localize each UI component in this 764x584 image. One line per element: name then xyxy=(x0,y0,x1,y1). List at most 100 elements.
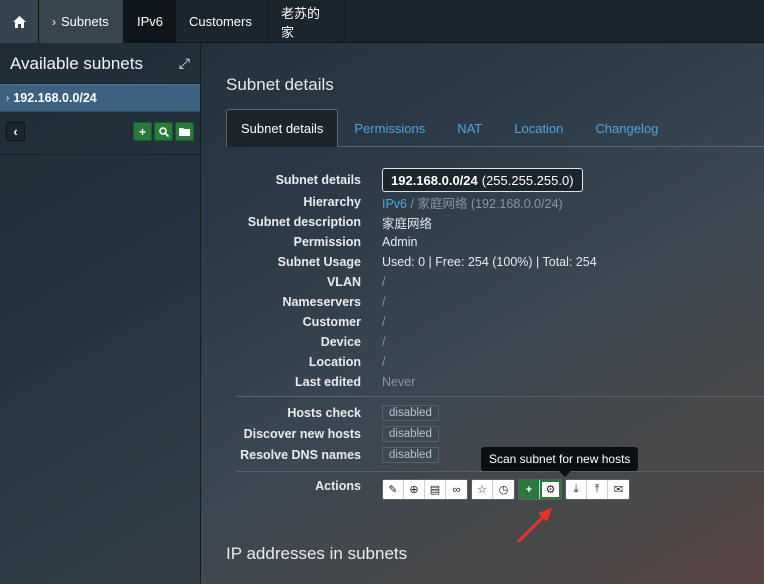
expand-icon[interactable]: ⤢ xyxy=(179,55,190,72)
row-vlan: VLAN / xyxy=(202,272,764,292)
main-content: Subnet details Subnet details Permission… xyxy=(202,44,764,584)
tooltip: Scan subnet for new hosts xyxy=(481,447,639,477)
tab-permissions[interactable]: Permissions xyxy=(338,109,441,147)
row-customer: Customer / xyxy=(202,312,764,332)
location-value: / xyxy=(382,355,386,369)
collapse-button[interactable]: ‹ xyxy=(6,122,25,141)
row-location: Location / xyxy=(202,352,764,372)
sidebar-divider xyxy=(0,154,200,155)
subnet-details-table: Subnet details 192.168.0.0/24 (255.255.25… xyxy=(202,168,764,392)
tab-location[interactable]: Location xyxy=(498,109,579,147)
device-label: Device xyxy=(320,335,361,349)
row-last-edited: Last edited Never xyxy=(202,372,764,392)
status-badge: disabled xyxy=(382,446,439,463)
sidebar: Available subnets ⤢ › 192.168.0.0/24 ‹ + xyxy=(0,44,201,584)
subnet-cidr: 192.168.0.0/24 xyxy=(391,172,478,188)
export-button[interactable]: ⤓ xyxy=(566,480,587,499)
resolve-label: Resolve DNS names xyxy=(240,447,361,462)
discover-label: Discover new hosts xyxy=(243,426,361,441)
page-title: Subnet details xyxy=(226,75,334,94)
row-permission: Permission Admin xyxy=(202,232,764,252)
edit-button[interactable]: ✎ xyxy=(383,480,404,499)
tab-subnet-details[interactable]: Subnet details xyxy=(226,109,339,147)
folder-button[interactable] xyxy=(175,122,194,141)
home-icon xyxy=(12,15,26,28)
red-arrow-annotation xyxy=(516,508,552,544)
nav-home[interactable] xyxy=(0,0,39,43)
chevron-right-icon: › xyxy=(52,14,56,29)
subnet-details-label: Subnet details xyxy=(275,173,361,187)
nav-laosu-label: 老苏的家 xyxy=(281,5,321,40)
search-subnet-button[interactable] xyxy=(154,122,173,141)
row-device: Device / xyxy=(202,332,764,352)
upload-icon: ⤒ xyxy=(594,483,600,495)
description-label: Subnet description xyxy=(247,215,361,229)
status-badge: disabled xyxy=(382,425,439,442)
resize-button[interactable]: ▤ xyxy=(425,480,446,499)
location-label: Location xyxy=(308,355,361,369)
subnet-mask: (255.255.255.0) xyxy=(481,172,574,188)
divider xyxy=(236,396,764,397)
favourite-button[interactable]: ☆ xyxy=(472,480,493,499)
actions-row: Actions ✎ ⊕ ▤ ∞ ☆ ◷ + ⚙ ⤓ ⤒ ✉ xyxy=(202,479,764,500)
customer-value: / xyxy=(382,315,386,329)
tab-changelog[interactable]: Changelog xyxy=(579,109,674,147)
row-usage: Subnet Usage Used: 0 | Free: 254 (100%) … xyxy=(202,252,764,272)
hosts-check-label: Hosts check xyxy=(287,405,361,420)
link-button[interactable]: ∞ xyxy=(446,480,467,499)
row-discover: Discover new hosts disabled xyxy=(202,423,764,444)
tab-nat[interactable]: NAT xyxy=(441,109,498,147)
customer-label: Customer xyxy=(302,315,361,329)
nav-customers-label: Customers xyxy=(189,14,252,29)
import-button[interactable]: ⤒ xyxy=(587,480,608,499)
row-description: Subnet description 家庭网络 xyxy=(202,212,764,232)
download-icon: ⤓ xyxy=(573,483,579,495)
permission-label: Permission xyxy=(293,235,361,249)
add-button[interactable]: ⊕ xyxy=(404,480,425,499)
row-hierarchy: Hierarchy IPv6 / 家庭网络 (192.168.0.0/24) xyxy=(202,192,764,212)
search-icon xyxy=(158,126,169,137)
vlan-value: / xyxy=(382,275,386,289)
usage-label: Subnet Usage xyxy=(277,255,361,269)
sidebar-button-group: + xyxy=(133,122,194,148)
device-value: / xyxy=(382,335,386,349)
hierarchy-link[interactable]: IPv6 xyxy=(382,197,407,211)
caret-right-icon: › xyxy=(6,92,10,104)
nav-ipv6-label: IPv6 xyxy=(137,14,164,29)
sidebar-title: Available subnets xyxy=(10,53,143,73)
clock-icon: ◷ xyxy=(498,484,509,496)
add-subnet-button[interactable]: + xyxy=(133,122,152,141)
fav-action-group: ☆ ◷ xyxy=(471,479,515,500)
mail-button[interactable]: ✉ xyxy=(608,480,629,499)
hierarchy-label: Hierarchy xyxy=(303,195,361,209)
nav-laosu-home[interactable]: 老苏的家 xyxy=(268,0,346,43)
pencil-icon: ✎ xyxy=(388,484,398,496)
subnet-box: 192.168.0.0/24 (255.255.255.0) xyxy=(382,168,583,192)
sidebar-toolbar: ‹ + xyxy=(0,122,200,148)
cogs-icon: ⚙ xyxy=(545,484,556,496)
add-address-button[interactable]: + xyxy=(519,480,540,499)
last-edited-value: Never xyxy=(382,375,416,389)
scan-subnet-button[interactable]: ⚙ xyxy=(540,480,561,499)
tab-bar: Subnet details Permissions NAT Location … xyxy=(226,109,764,147)
history-button[interactable]: ◷ xyxy=(493,480,514,499)
sidebar-item-subnet[interactable]: › 192.168.0.0/24 xyxy=(0,84,200,112)
nav-subnets-label: Subnets xyxy=(61,14,109,29)
nav-ipv6[interactable]: IPv6 xyxy=(124,0,176,43)
sidebar-subnet-label: 192.168.0.0/24 xyxy=(13,91,97,105)
envelope-icon: ✉ xyxy=(613,484,624,496)
permission-value: Admin xyxy=(382,235,418,249)
folder-icon xyxy=(179,128,190,136)
nav-customers[interactable]: Customers xyxy=(176,0,268,43)
link-icon: ∞ xyxy=(452,483,461,496)
ip-addresses-title: IP addresses in subnets xyxy=(226,544,408,563)
row-subnet-details: Subnet details 192.168.0.0/24 (255.255.25… xyxy=(202,168,764,192)
scan-action-group: + ⚙ xyxy=(518,479,562,500)
nav-subnets[interactable]: › Subnets xyxy=(39,0,124,43)
row-nameservers: Nameservers / xyxy=(202,292,764,312)
io-action-group: ⤓ ⤒ ✉ xyxy=(565,479,630,500)
card-icon: ▤ xyxy=(429,484,441,496)
plus-icon: + xyxy=(138,124,146,139)
hierarchy-rest: 家庭网络 (192.168.0.0/24) xyxy=(417,196,563,211)
divider xyxy=(236,471,764,472)
